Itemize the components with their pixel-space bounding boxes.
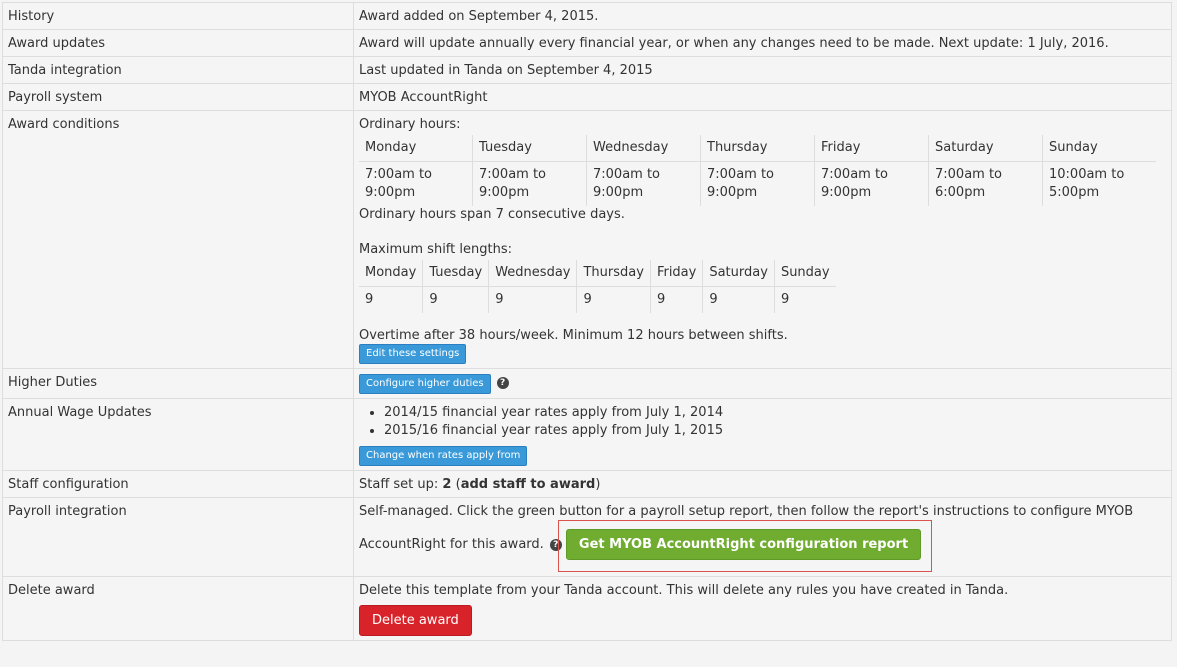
ordinary-hours-table: Monday Tuesday Wednesday Thursday Friday… (359, 135, 1156, 206)
row-award-conditions: Award conditions Ordinary hours: Monday … (2, 110, 1172, 369)
annual-wage-value: 2014/15 financial year rates apply from … (353, 398, 1172, 471)
ordinary-hours-cell: 7:00am to 9:00pm (365, 167, 433, 200)
max-day-header: Thursday (576, 260, 651, 287)
higher-duties-value: Configure higher duties? (353, 368, 1172, 399)
payroll-system-value: MYOB AccountRight (353, 83, 1172, 111)
max-day-header: Monday (359, 260, 423, 287)
max-shift-cell: 9 (422, 286, 489, 313)
row-higher-duties: Higher Duties Configure higher duties? (2, 368, 1172, 399)
ordinary-day-header: Friday (814, 135, 929, 162)
payroll-integration-value: Self-managed. Click the green button for… (353, 497, 1172, 577)
max-shift-cell: 9 (702, 286, 775, 313)
overtime-text: Overtime after 38 hours/week. Minimum 12… (359, 328, 788, 343)
row-history: History Award added on September 4, 2015… (2, 2, 1172, 30)
staff-setup-prefix: Staff set up: (359, 477, 443, 492)
row-award-updates: Award updates Award will update annually… (2, 29, 1172, 57)
max-day-header: Friday (649, 260, 703, 287)
history-label: History (2, 2, 354, 30)
history-value: Award added on September 4, 2015. (353, 2, 1172, 30)
change-rates-button[interactable]: Change when rates apply from (359, 446, 528, 466)
delete-award-value: Delete this template from your Tanda acc… (353, 576, 1172, 641)
ordinary-hours-cell: 7:00am to 6:00pm (928, 161, 1043, 206)
row-delete-award: Delete award Delete this template from y… (2, 576, 1172, 641)
ordinary-hours-title: Ordinary hours: (359, 117, 461, 132)
max-shift-cell: 9 (649, 286, 703, 313)
ordinary-hours-cell: 7:00am to 9:00pm (586, 161, 701, 206)
get-config-report-button[interactable]: Get MYOB AccountRight configuration repo… (565, 529, 922, 560)
ordinary-hours-cell: 7:00am to 9:00pm (700, 161, 815, 206)
payroll-integration-label: Payroll integration (2, 497, 354, 577)
row-annual-wage-updates: Annual Wage Updates 2014/15 financial ye… (2, 398, 1172, 471)
max-day-header: Tuesday (422, 260, 489, 287)
list-item: 2014/15 financial year rates apply from … (384, 404, 1166, 422)
award-conditions-value: Ordinary hours: Monday Tuesday Wednesday… (353, 110, 1172, 369)
max-shift-cell: 9 (773, 286, 836, 313)
max-day-header: Saturday (702, 260, 775, 287)
add-staff-link[interactable]: add staff to award (461, 477, 596, 492)
staff-config-value: Staff set up: 2 (add staff to award) (353, 470, 1172, 498)
ordinary-day-header: Saturday (928, 135, 1043, 162)
configure-higher-duties-button[interactable]: Configure higher duties (359, 374, 491, 394)
ordinary-span-text: Ordinary hours span 7 consecutive days. (359, 207, 625, 222)
edit-settings-button[interactable]: Edit these settings (359, 344, 467, 364)
max-shift-title: Maximum shift lengths: (359, 242, 512, 257)
max-shift-cell: 9 (365, 292, 374, 307)
higher-duties-label: Higher Duties (2, 368, 354, 399)
list-item: 2015/16 financial year rates apply from … (384, 422, 1166, 440)
row-tanda-integration: Tanda integration Last updated in Tanda … (2, 56, 1172, 84)
delete-award-text: Delete this template from your Tanda acc… (359, 583, 1009, 598)
max-shift-table: Monday Tuesday Wednesday Thursday Friday… (359, 260, 836, 313)
staff-count: 2 (442, 477, 452, 492)
ordinary-day-header: Sunday (1042, 135, 1156, 162)
tanda-integration-value: Last updated in Tanda on September 4, 20… (353, 56, 1172, 84)
ordinary-day-header: Tuesday (472, 135, 587, 162)
ordinary-day-header: Wednesday (586, 135, 701, 162)
max-shift-cell: 9 (576, 286, 651, 313)
ordinary-hours-cell: 7:00am to 9:00pm (472, 161, 587, 206)
wage-rates-list: 2014/15 financial year rates apply from … (359, 404, 1166, 440)
ordinary-hours-cell: 10:00am to 5:00pm (1042, 161, 1156, 206)
max-day-header: Sunday (773, 260, 836, 287)
ordinary-day-header: Thursday (700, 135, 815, 162)
ordinary-hours-cell: 7:00am to 9:00pm (814, 161, 929, 206)
max-shift-cell: 9 (488, 286, 577, 313)
report-button-highlight: Get MYOB AccountRight configuration repo… (557, 520, 933, 572)
award-settings-panel: History Award added on September 4, 2015… (2, 2, 1172, 641)
award-updates-value: Award will update annually every financi… (353, 29, 1172, 57)
payroll-system-label: Payroll system (2, 83, 354, 111)
row-payroll-integration: Payroll integration Self-managed. Click … (2, 497, 1172, 577)
award-updates-label: Award updates (2, 29, 354, 57)
help-icon[interactable]: ? (496, 376, 509, 389)
max-day-header: Wednesday (488, 260, 577, 287)
award-conditions-label: Award conditions (2, 110, 354, 369)
annual-wage-label: Annual Wage Updates (2, 398, 354, 471)
delete-award-label: Delete award (2, 576, 354, 641)
row-payroll-system: Payroll system MYOB AccountRight (2, 83, 1172, 111)
staff-config-label: Staff configuration (2, 470, 354, 498)
award-settings-table: History Award added on September 4, 2015… (2, 2, 1172, 641)
tanda-integration-label: Tanda integration (2, 56, 354, 84)
row-staff-configuration: Staff configuration Staff set up: 2 (add… (2, 470, 1172, 498)
ordinary-day-header: Monday (359, 135, 473, 162)
delete-award-button[interactable]: Delete award (359, 605, 472, 636)
